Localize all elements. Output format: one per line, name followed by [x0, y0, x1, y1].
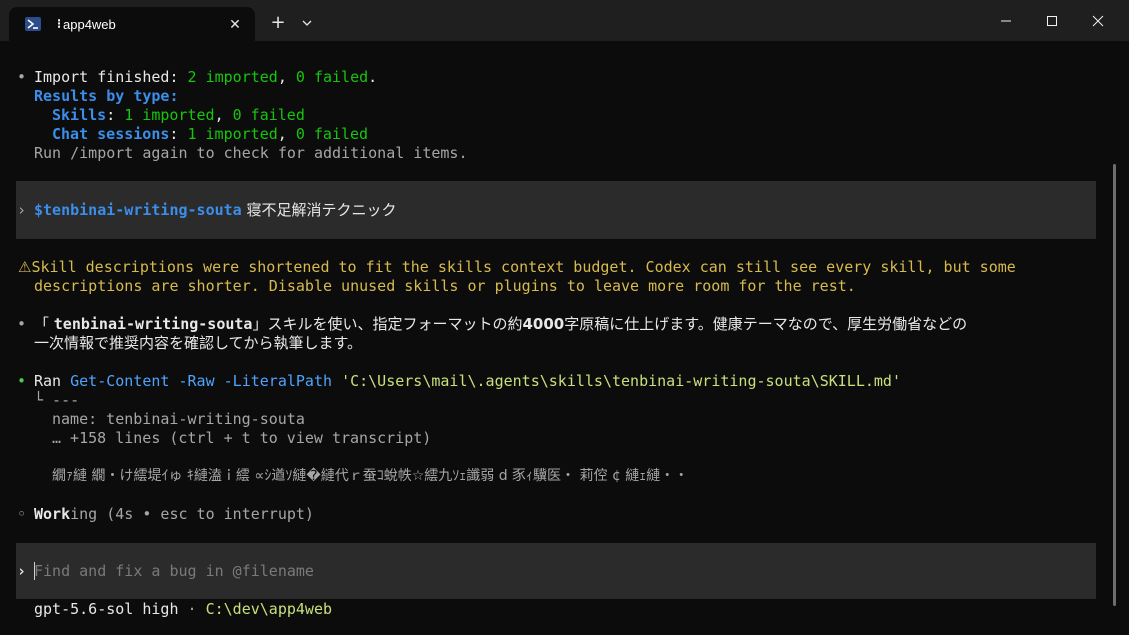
- terminal-output[interactable]: • Import finished: 2 imported, 0 failed.…: [0, 41, 1129, 635]
- new-tab-button[interactable]: +: [266, 11, 290, 35]
- working-status: Working (4s • esc to interrupt): [34, 505, 314, 523]
- maximize-button[interactable]: [1029, 0, 1075, 40]
- warning-line-2: descriptions are shorter. Disable unused…: [34, 277, 856, 295]
- ran-command: Ran Get-Content -Raw -LiteralPath 'C:\Us…: [34, 372, 901, 390]
- tab-title: app4web: [63, 17, 116, 32]
- run-import-hint: Run /import again to check for additiona…: [34, 144, 468, 162]
- model-label: gpt-5.6-sol high: [34, 600, 179, 618]
- skill-mention: $tenbinai-writing-souta: [34, 201, 242, 219]
- tab-dropdown-button[interactable]: [297, 12, 317, 34]
- user-prompt-marker: ›: [17, 201, 27, 219]
- skills-result: Skills: 1 imported, 0 failed: [52, 106, 305, 124]
- tab-app4web[interactable]: ⁝ app4web ✕: [9, 7, 255, 41]
- import-finished-line: Import finished: 2 imported, 0 failed.: [34, 68, 378, 86]
- title-bar: ⁝ app4web ✕ +: [0, 0, 1129, 41]
- ran-output-1: └ ---: [34, 391, 80, 409]
- warning-icon: ⚠: [18, 258, 32, 276]
- import-bullet: •: [17, 68, 27, 86]
- cwd-label: C:\dev\app4web: [205, 600, 333, 618]
- minimize-icon: [1001, 20, 1011, 22]
- composer-marker: ›: [17, 562, 27, 580]
- status-footer: gpt-5.6-sol high · C:\dev\app4web: [34, 600, 333, 618]
- composer-input[interactable]: Find and fix a bug in @filename: [34, 562, 314, 581]
- ran-output-2: name: tenbinai-writing-souta: [52, 410, 305, 428]
- close-icon: [1092, 15, 1104, 27]
- tab-close-icon[interactable]: ✕: [225, 14, 245, 34]
- assistant-bullet: •: [17, 315, 27, 333]
- chat-sessions-result: Chat sessions: 1 imported, 0 failed: [52, 125, 369, 143]
- tab-busy-indicator: ⁝: [57, 16, 62, 31]
- powershell-icon: [25, 17, 41, 31]
- maximize-icon: [1047, 16, 1057, 26]
- working-bullet: ◦: [17, 505, 27, 523]
- results-by-type: Results by type:: [34, 87, 179, 105]
- user-message: $tenbinai-writing-souta 寝不足解消テクニック: [34, 201, 397, 219]
- scrollbar[interactable]: [1113, 164, 1116, 606]
- assistant-line-1: 「 tenbinai-writing-souta」スキルを使い、指定フォーマット…: [34, 315, 968, 333]
- ran-output-garbled: 繝ｧ縺 繝・け繧堤ｲゅ ｷ縺溘ｉ繧 ∝ｼ遒ｿ縺�縺代ｒ蚕ｺ蛻帙☆繧九ｿｪ讖弱 d…: [52, 468, 689, 484]
- text-cursor: [34, 562, 35, 580]
- assistant-line-2: 一次情報で推奨内容を確認してから執筆します。: [34, 334, 363, 352]
- ran-output-3: … +158 lines (ctrl + t to view transcrip…: [52, 429, 432, 447]
- ran-bullet: •: [17, 372, 27, 390]
- warning-line-1: ⚠Skill descriptions were shortened to fi…: [18, 258, 1016, 276]
- close-window-button[interactable]: [1075, 0, 1121, 40]
- chevron-down-icon: [302, 20, 312, 26]
- minimize-button[interactable]: [983, 0, 1029, 40]
